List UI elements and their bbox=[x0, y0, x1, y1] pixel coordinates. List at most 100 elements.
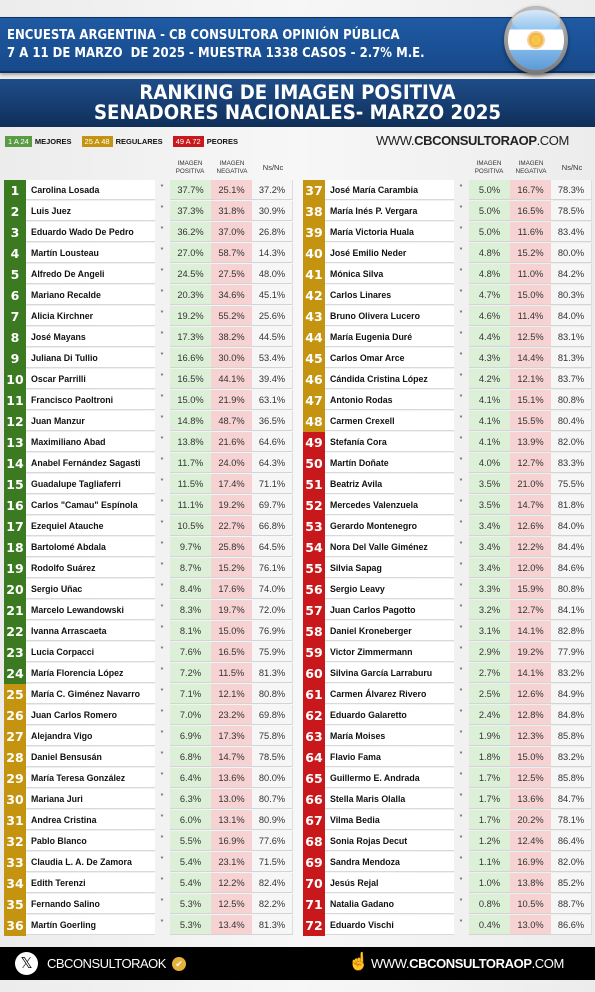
website-suffix: .COM bbox=[536, 133, 570, 148]
nsnc-value: 81.3% bbox=[252, 663, 293, 683]
rank-badge: 24 bbox=[4, 663, 26, 684]
nsnc-value: 80.8% bbox=[252, 684, 293, 704]
positive-image-value: 19.2% bbox=[170, 306, 211, 326]
positive-image-value: 8.3% bbox=[170, 600, 211, 620]
negative-image-value: 13.9% bbox=[510, 432, 551, 452]
rank-badge: 69 bbox=[303, 852, 325, 873]
footnote-mark: * bbox=[160, 709, 164, 716]
senator-name: Rodolfo Suárez bbox=[26, 558, 155, 578]
footnote-mark: * bbox=[459, 499, 463, 506]
footnote-mark: * bbox=[160, 541, 164, 548]
senator-name: Mercedes Valenzuela bbox=[325, 495, 454, 515]
negative-image-value: 12.6% bbox=[510, 516, 551, 536]
positive-image-value: 7.6% bbox=[170, 642, 211, 662]
pointer-hand-icon: ☝ bbox=[348, 952, 370, 971]
negative-image-value: 15.0% bbox=[510, 285, 551, 305]
senator-name: Daniel Bensusán bbox=[26, 747, 155, 767]
rank-badge: 20 bbox=[4, 579, 26, 600]
nsnc-value: 25.6% bbox=[252, 306, 293, 326]
rank-badge: 29 bbox=[4, 768, 26, 789]
senator-name: Lucia Corpacci bbox=[26, 642, 155, 662]
rank-badge: 48 bbox=[303, 411, 325, 432]
senator-name: Edith Terenzi bbox=[26, 873, 155, 893]
footnote-mark: * bbox=[160, 793, 164, 800]
senator-name: Guillermo E. Andrada bbox=[325, 768, 454, 788]
rank-badge: 44 bbox=[303, 327, 325, 348]
negative-image-value: 16.5% bbox=[510, 201, 551, 221]
footnote-mark: * bbox=[459, 835, 463, 842]
header-nsnc: Ns/Nc bbox=[262, 163, 284, 172]
positive-image-value: 1.7% bbox=[469, 768, 510, 788]
rank-badge: 7 bbox=[4, 306, 26, 327]
rank-badge: 43 bbox=[303, 306, 325, 327]
footer-site-prefix: WWW. bbox=[371, 956, 410, 971]
footer-bar: 𝕏 CBCONSULTORAOK ✔ ☝ WWW.CBCONSULTORAOP.… bbox=[0, 947, 595, 980]
negative-image-value: 16.7% bbox=[510, 180, 551, 200]
nsnc-value: 84.2% bbox=[551, 264, 592, 284]
senator-name: Carlos "Camau" Espínola bbox=[26, 495, 155, 515]
senator-name: Francisco Paoltroni bbox=[26, 390, 155, 410]
positive-image-value: 1.9% bbox=[469, 726, 510, 746]
negative-image-value: 31.8% bbox=[211, 201, 252, 221]
negative-image-value: 14.7% bbox=[211, 747, 252, 767]
nsnc-value: 48.0% bbox=[252, 264, 293, 284]
x-logo-icon[interactable]: 𝕏 bbox=[15, 952, 38, 975]
senator-name: Natalia Gadano bbox=[325, 894, 454, 914]
positive-image-value: 24.5% bbox=[170, 264, 211, 284]
website-brand: CBCONSULTORAOP bbox=[414, 133, 537, 148]
negative-image-value: 14.4% bbox=[510, 348, 551, 368]
nsnc-value: 72.0% bbox=[252, 600, 293, 620]
senator-name: José María Carambia bbox=[325, 180, 454, 200]
senator-name: Gerardo Montenegro bbox=[325, 516, 454, 536]
nsnc-value: 77.6% bbox=[252, 831, 293, 851]
negative-image-value: 23.2% bbox=[211, 705, 252, 725]
footnote-mark: * bbox=[459, 625, 463, 632]
negative-image-value: 12.1% bbox=[510, 369, 551, 389]
positive-image-value: 8.1% bbox=[170, 621, 211, 641]
footnote-mark: * bbox=[459, 730, 463, 737]
senator-name: Bartolomé Abdala bbox=[26, 537, 155, 557]
positive-image-value: 3.2% bbox=[469, 600, 510, 620]
nsnc-value: 63.1% bbox=[252, 390, 293, 410]
rank-badge: 23 bbox=[4, 642, 26, 663]
rank-badge: 65 bbox=[303, 768, 325, 789]
nsnc-value: 86.4% bbox=[551, 831, 592, 851]
social-handle[interactable]: CBCONSULTORAOK bbox=[47, 956, 166, 971]
rank-badge: 50 bbox=[303, 453, 325, 474]
negative-image-value: 34.6% bbox=[211, 285, 252, 305]
negative-image-value: 13.1% bbox=[211, 810, 252, 830]
nsnc-value: 82.0% bbox=[551, 852, 592, 872]
rank-badge: 53 bbox=[303, 516, 325, 537]
rank-badge: 52 bbox=[303, 495, 325, 516]
positive-image-value: 4.8% bbox=[469, 243, 510, 263]
rank-badge: 10 bbox=[4, 369, 26, 390]
footer-website-link[interactable]: WWW.CBCONSULTORAOP.COM bbox=[371, 956, 564, 971]
positive-image-value: 6.9% bbox=[170, 726, 211, 746]
rank-badge: 34 bbox=[4, 873, 26, 894]
footnote-mark: * bbox=[459, 436, 463, 443]
rank-badge: 8 bbox=[4, 327, 26, 348]
nsnc-value: 30.9% bbox=[252, 201, 293, 221]
nsnc-value: 74.0% bbox=[252, 579, 293, 599]
positive-image-value: 4.1% bbox=[469, 390, 510, 410]
negative-image-value: 23.1% bbox=[211, 852, 252, 872]
senator-name: Mónica Silva bbox=[325, 264, 454, 284]
rank-badge: 40 bbox=[303, 243, 325, 264]
nsnc-value: 78.5% bbox=[252, 747, 293, 767]
nsnc-value: 80.9% bbox=[252, 810, 293, 830]
footnote-mark: * bbox=[160, 205, 164, 212]
positive-image-value: 1.7% bbox=[469, 789, 510, 809]
website-link[interactable]: WWW.CBCONSULTORAOP.COM bbox=[376, 133, 569, 148]
positive-image-value: 4.0% bbox=[469, 453, 510, 473]
negative-image-value: 27.5% bbox=[211, 264, 252, 284]
nsnc-value: 78.1% bbox=[551, 810, 592, 830]
positive-image-value: 4.6% bbox=[469, 306, 510, 326]
senator-name: Victor Zimmermann bbox=[325, 642, 454, 662]
verified-badge-icon: ✔ bbox=[172, 957, 186, 971]
negative-image-value: 13.0% bbox=[510, 915, 551, 935]
positive-image-value: 6.3% bbox=[170, 789, 211, 809]
senator-name: Alejandra Vigo bbox=[26, 726, 155, 746]
senator-name: Daniel Kroneberger bbox=[325, 621, 454, 641]
rank-badge: 57 bbox=[303, 600, 325, 621]
footnote-mark: * bbox=[459, 814, 463, 821]
